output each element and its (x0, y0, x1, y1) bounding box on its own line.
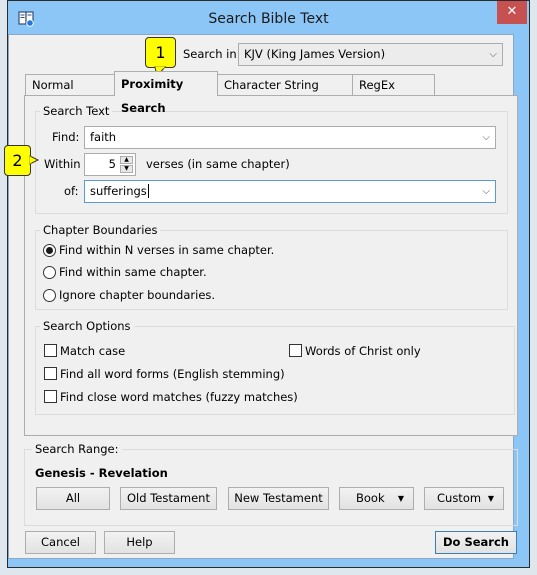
of-input[interactable]: sufferings ⌵ (84, 180, 496, 203)
within-spinner[interactable]: 5 ▲ ▼ (84, 153, 136, 176)
search-range-current: Genesis - Revelation (35, 466, 168, 480)
window-title: Search Bible Text (208, 11, 329, 27)
dropdown-arrow-icon: ▼ (397, 494, 404, 503)
radio-ignore-boundaries[interactable] (43, 289, 56, 302)
find-label: Find: (52, 130, 80, 144)
arrow-down-icon: ▼ (124, 165, 129, 172)
of-value: sufferings (90, 184, 147, 198)
search-text-group-label: Search Text (40, 104, 113, 118)
search-in-label: Search in: (183, 47, 241, 61)
close-button[interactable]: ✕ (497, 1, 527, 24)
tab-proximity-search[interactable]: Proximity Search (114, 71, 218, 115)
arrow-up-icon: ▲ (124, 156, 129, 163)
callout-pointer (29, 155, 40, 165)
callout-number: 1 (155, 43, 166, 62)
callout-number: 2 (12, 151, 23, 170)
radio-within-n-verses-label[interactable]: Find within N verses in same chapter. (59, 243, 274, 257)
chapter-boundaries-group-label: Chapter Boundaries (40, 223, 161, 237)
range-book-dropdown-button[interactable]: Book ▼ (339, 487, 414, 510)
range-custom-dropdown-button[interactable]: Custom ▼ (424, 487, 504, 510)
do-search-button[interactable]: Do Search (435, 531, 517, 554)
button-label: Do Search (443, 535, 509, 549)
range-old-testament-button[interactable]: Old Testament (120, 487, 217, 510)
fuzzy-matches-checkbox[interactable] (44, 390, 57, 403)
word-forms-checkbox[interactable] (44, 367, 57, 380)
chevron-down-icon: ⌵ (482, 186, 490, 197)
spinner-down-button[interactable]: ▼ (120, 165, 133, 173)
tab-regex-search[interactable]: RegEx Search (352, 74, 435, 113)
chevron-down-icon: ⌵ (489, 49, 497, 60)
spinner-up-button[interactable]: ▲ (120, 156, 133, 164)
callout-2: 2 (4, 145, 40, 176)
button-label: Help (126, 535, 153, 549)
callout-1: 1 (145, 37, 176, 78)
fuzzy-matches-label[interactable]: Find close word matches (fuzzy matches) (60, 390, 298, 404)
range-all-button[interactable]: All (36, 487, 110, 510)
search-in-select[interactable]: KJV (King James Version) ⌵ (238, 43, 503, 66)
words-of-christ-checkbox[interactable] (289, 344, 302, 357)
words-of-christ-label[interactable]: Words of Christ only (305, 344, 421, 358)
within-suffix-label: verses (in same chapter) (146, 157, 290, 171)
tab-character-string-search[interactable]: Character String Search (217, 74, 353, 113)
radio-within-same-chapter[interactable] (43, 266, 56, 279)
radio-within-n-verses[interactable] (43, 244, 56, 257)
button-label: New Testament (234, 491, 323, 505)
within-value: 5 (108, 157, 116, 171)
radio-within-same-chapter-label[interactable]: Find within same chapter. (59, 265, 207, 279)
search-options-group-label: Search Options (40, 319, 134, 333)
find-value: faith (90, 130, 117, 144)
tab-normal-search[interactable]: Normal Search (25, 74, 115, 113)
match-case-checkbox[interactable] (44, 344, 57, 357)
range-new-testament-button[interactable]: New Testament (228, 487, 329, 510)
match-case-label[interactable]: Match case (60, 344, 125, 358)
close-icon: ✕ (506, 4, 518, 19)
button-label: Book (356, 491, 385, 505)
button-label: Cancel (41, 535, 80, 549)
radio-ignore-boundaries-label[interactable]: Ignore chapter boundaries. (59, 288, 215, 302)
cancel-button[interactable]: Cancel (25, 531, 96, 554)
of-label: of: (64, 184, 79, 198)
search-range-group-label: Search Range: (32, 442, 122, 456)
dropdown-arrow-icon: ▼ (487, 494, 494, 503)
search-in-value: KJV (King James Version) (244, 47, 386, 61)
find-input[interactable]: faith ⌵ (84, 126, 496, 149)
help-button[interactable]: Help (104, 531, 175, 554)
word-forms-label[interactable]: Find all word forms (English stemming) (60, 367, 285, 381)
button-label: Old Testament (127, 491, 210, 505)
chevron-down-icon: ⌵ (482, 132, 490, 143)
button-label: Custom (437, 491, 482, 505)
text-cursor (147, 184, 149, 198)
title-bar[interactable]: Search Bible Text ✕ (8, 1, 529, 35)
within-label: Within (44, 157, 81, 171)
button-label: All (65, 491, 81, 505)
